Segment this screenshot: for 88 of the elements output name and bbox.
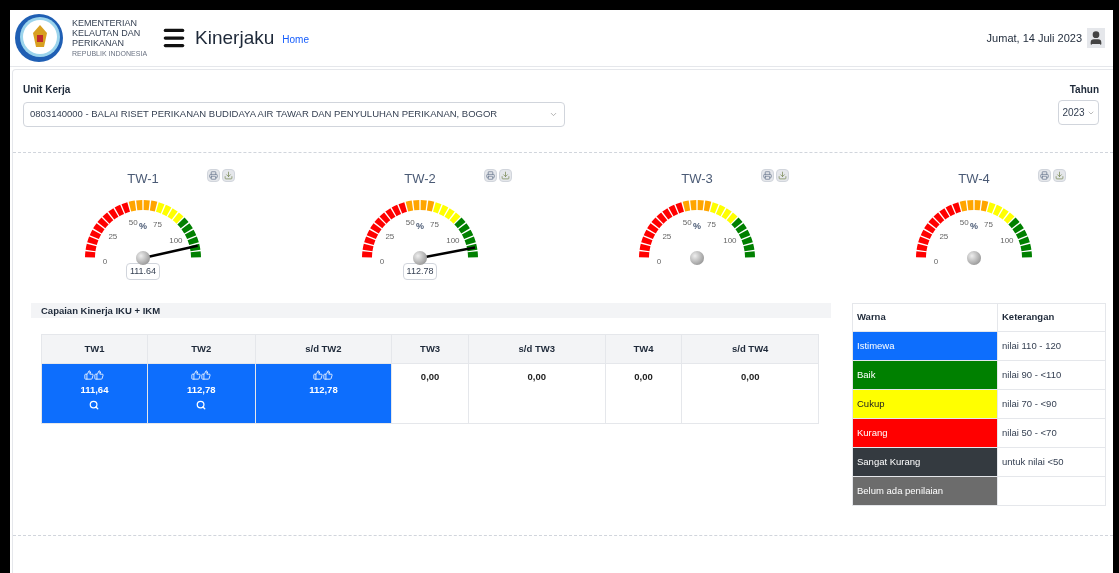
legend-color-cell: Kurang [852, 418, 998, 448]
ministry-name-line: KELAUTAN DAN [72, 27, 142, 38]
legend-description: nilai 90 - <110 [997, 360, 1106, 390]
legend-description: untuk nilai <50 [997, 447, 1106, 477]
unit-label: % [970, 221, 978, 231]
needle-pivot [413, 251, 427, 265]
search-button[interactable] [89, 400, 100, 411]
gauge-title: TW-1 [127, 171, 159, 186]
tick-label: 75 [984, 219, 993, 229]
print-button[interactable] [484, 169, 497, 182]
tick-label: 0 [656, 257, 662, 266]
tick-label: 0 [379, 257, 385, 266]
download-button[interactable] [499, 169, 512, 182]
tick-label: 100 [723, 236, 737, 245]
search-button[interactable] [196, 400, 207, 411]
score-value: 0,00 [527, 370, 547, 384]
tick-label: 25 [385, 231, 395, 241]
tick-label: 100 [446, 236, 460, 245]
tick-label: 100 [169, 236, 183, 245]
score-value: 0,00 [420, 370, 440, 384]
unit-label: % [693, 221, 701, 231]
column-header: TW4 [605, 334, 682, 364]
legend-color-cell: Sangat Kurang [852, 447, 998, 477]
user-button[interactable] [1087, 28, 1105, 48]
tick-label: 25 [108, 231, 118, 241]
column-header: s/d TW4 [681, 334, 819, 364]
column-header: Warna [852, 303, 998, 332]
legend-description: nilai 50 - <70 [997, 418, 1106, 448]
column-header: s/d TW2 [255, 334, 392, 364]
score-value: 112,78 [187, 383, 216, 397]
logo-icon [14, 13, 64, 63]
column-header: s/d TW3 [468, 334, 606, 364]
tick-label: 75 [153, 219, 162, 229]
legend-color-cell: Cukup [852, 389, 998, 419]
tick-label: 0 [933, 257, 939, 266]
section-title: Capaian Kinerja IKU + IKM [31, 303, 831, 318]
unit-label: Unit Kerja [23, 83, 72, 97]
legend-color-cell: Belum ada penilaian [852, 476, 998, 506]
year-select[interactable]: 2023 [1058, 100, 1099, 125]
tick-label: 0 [102, 257, 108, 266]
tick-label: 75 [707, 219, 716, 229]
app-title: Kinerjaku [195, 25, 275, 50]
print-button[interactable] [1038, 169, 1051, 182]
legend-color-cell: Baik [852, 360, 998, 390]
tick-label: 25 [662, 231, 672, 241]
thumbs-up-icon [191, 370, 212, 380]
unit-label: % [416, 221, 424, 231]
print-button[interactable] [207, 169, 220, 182]
legend-color-cell: Istimewa [852, 331, 998, 361]
print-button[interactable] [761, 169, 774, 182]
legend-description: nilai 110 - 120 [997, 331, 1106, 361]
score-value: 0,00 [634, 370, 653, 384]
gauge-reading: 111.64 [125, 263, 161, 280]
tick-label: 75 [430, 219, 439, 229]
tick-label: 50 [959, 218, 969, 228]
score-value: 0,00 [740, 370, 760, 384]
download-button[interactable] [1053, 169, 1066, 182]
thumbs-up-icon [84, 370, 105, 380]
tick-label: 100 [1000, 236, 1014, 245]
tick-label: 50 [128, 218, 138, 228]
needle-pivot [690, 251, 704, 265]
unit-label: % [139, 221, 147, 231]
date-text: Jumat, 14 Juli 2023 [986, 30, 1082, 46]
column-header: TW2 [147, 334, 256, 364]
unit-select[interactable]: 0803140000 - BALAI RISET PERIKANAN BUDIDAYA AIR TAWAR DAN PENYULUHAN PERIKANAN, BOGOR [23, 102, 565, 127]
thumbs-up-icon [313, 370, 334, 380]
score-value: 111,64 [80, 383, 109, 397]
gauge-reading: 112.78 [402, 263, 438, 280]
ministry-name-line: KEMENTERIAN [72, 17, 138, 28]
home-link[interactable]: Home [282, 32, 309, 47]
tick-label: 50 [405, 218, 415, 228]
tick-label: 50 [682, 218, 692, 228]
column-header: Keterangan [997, 303, 1106, 332]
score-value: 112,78 [309, 383, 338, 397]
gauge-title: TW-4 [958, 171, 990, 186]
download-button[interactable] [222, 169, 235, 182]
year-label: Tahun [1069, 83, 1099, 97]
gauge-title: TW-2 [404, 171, 436, 186]
tick-label: 25 [939, 231, 949, 241]
needle-pivot [136, 251, 150, 265]
ministry-name-line: PERIKANAN [72, 37, 125, 48]
caret-icon [549, 110, 558, 119]
gauge-title: TW-3 [681, 171, 713, 186]
column-header: TW1 [41, 334, 148, 364]
legend-description: nilai 70 - <90 [997, 389, 1106, 419]
column-header: TW3 [391, 334, 469, 364]
needle-pivot [967, 251, 981, 265]
download-button[interactable] [776, 169, 789, 182]
